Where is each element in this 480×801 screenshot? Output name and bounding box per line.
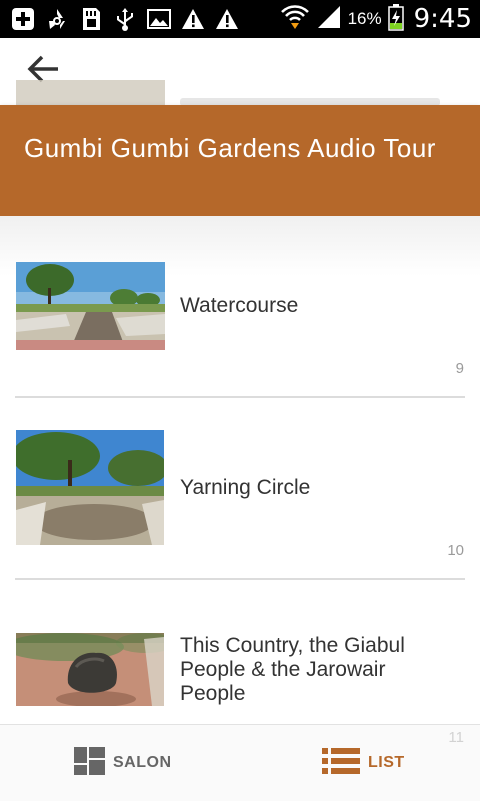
sd-card-icon bbox=[78, 6, 104, 32]
item-number: 11 bbox=[448, 729, 464, 746]
image-icon bbox=[146, 6, 172, 32]
list-item[interactable]: Watercourse 9 bbox=[0, 216, 480, 398]
wifi-icon bbox=[280, 3, 310, 36]
bottom-tab-bar: 11 SALON LIST bbox=[0, 724, 480, 801]
warning-icon bbox=[214, 6, 240, 32]
watercourse-thumbnail bbox=[16, 262, 165, 350]
battery-charging-icon bbox=[387, 3, 404, 36]
tab-label: SALON bbox=[113, 754, 172, 771]
tab-salon[interactable]: SALON bbox=[74, 725, 172, 801]
list-item[interactable]: Yarning Circle 10 bbox=[0, 398, 480, 580]
add-icon bbox=[10, 6, 36, 32]
list-item[interactable]: This Country, the Giabul People & the Ja… bbox=[0, 580, 480, 724]
item-title: Yarning Circle bbox=[180, 476, 311, 499]
item-title: This Country, the Giabul People & the Ja… bbox=[180, 634, 405, 705]
status-indicators: 16% 9:45 bbox=[280, 0, 472, 38]
item-number: 9 bbox=[455, 360, 464, 377]
list-item-thumbnail bbox=[16, 80, 165, 105]
usb-icon bbox=[112, 6, 138, 32]
tour-banner: Gumbi Gumbi Gardens Audio Tour bbox=[0, 105, 480, 216]
recycle-icon bbox=[44, 6, 70, 32]
status-bar: 16% 9:45 bbox=[0, 0, 480, 38]
battery-percent: 16% bbox=[347, 9, 382, 28]
notification-icons bbox=[10, 6, 240, 32]
list-icon bbox=[322, 747, 360, 780]
yarning-circle-thumbnail bbox=[16, 430, 164, 545]
page-title: Gumbi Gumbi Gardens Audio Tour bbox=[24, 133, 436, 163]
warning-icon bbox=[180, 6, 206, 32]
grid-icon bbox=[74, 746, 105, 780]
item-title: Watercourse bbox=[180, 294, 299, 317]
clock: 9:45 bbox=[413, 4, 472, 34]
giabul-rock-thumbnail bbox=[16, 633, 164, 706]
signal-icon bbox=[316, 4, 342, 35]
tab-label: LIST bbox=[368, 754, 405, 771]
item-number: 10 bbox=[447, 542, 464, 559]
stop-list[interactable]: Watercourse 9 Yarning Circle 10 This Cou… bbox=[0, 216, 480, 724]
tab-list[interactable]: LIST bbox=[322, 725, 405, 801]
